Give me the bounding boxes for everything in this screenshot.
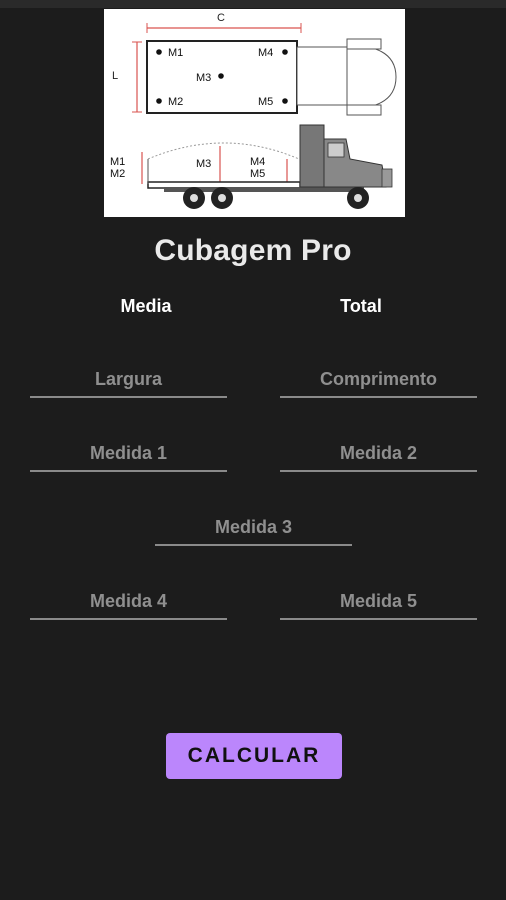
medida2-input[interactable]: [280, 436, 477, 470]
diagram-point-m5-top: M5: [258, 96, 273, 108]
medida1-field-container: [30, 436, 227, 472]
calcular-button[interactable]: CALCULAR: [166, 733, 342, 779]
diagram-side-m3: M3: [196, 158, 211, 170]
diagram-label-c: C: [217, 12, 225, 24]
diagram-side-m1: M1: [110, 156, 125, 168]
largura-field-container: [30, 362, 227, 398]
medida3-input[interactable]: [155, 510, 352, 544]
comprimento-field-container: [280, 362, 477, 398]
diagram-label-l: L: [112, 70, 118, 82]
medida3-field-container: [155, 510, 352, 546]
medida5-input[interactable]: [280, 584, 477, 618]
truck-measurement-diagram: C L M1 M4 M3 M2 M5 M1 M2 M3 M4 M5: [104, 9, 405, 217]
diagram-point-m2-top: M2: [168, 96, 183, 108]
diagram-side-m4: M4: [250, 156, 265, 168]
medida4-field-container: [30, 584, 227, 620]
comprimento-input[interactable]: [280, 362, 477, 396]
status-bar: [0, 0, 506, 8]
medida1-input[interactable]: [30, 436, 227, 470]
diagram-point-m1-top: M1: [168, 47, 183, 59]
tab-media[interactable]: Media: [86, 296, 206, 317]
largura-input[interactable]: [30, 362, 227, 396]
diagram-side-m5: M5: [250, 168, 265, 180]
diagram-point-m3-top: M3: [196, 72, 211, 84]
app-title: Cubagem Pro: [154, 234, 352, 267]
medida2-field-container: [280, 436, 477, 472]
diagram-side-m2: M2: [110, 168, 125, 180]
tab-total[interactable]: Total: [301, 296, 421, 317]
diagram-point-m4-top: M4: [258, 47, 273, 59]
medida5-field-container: [280, 584, 477, 620]
medida4-input[interactable]: [30, 584, 227, 618]
